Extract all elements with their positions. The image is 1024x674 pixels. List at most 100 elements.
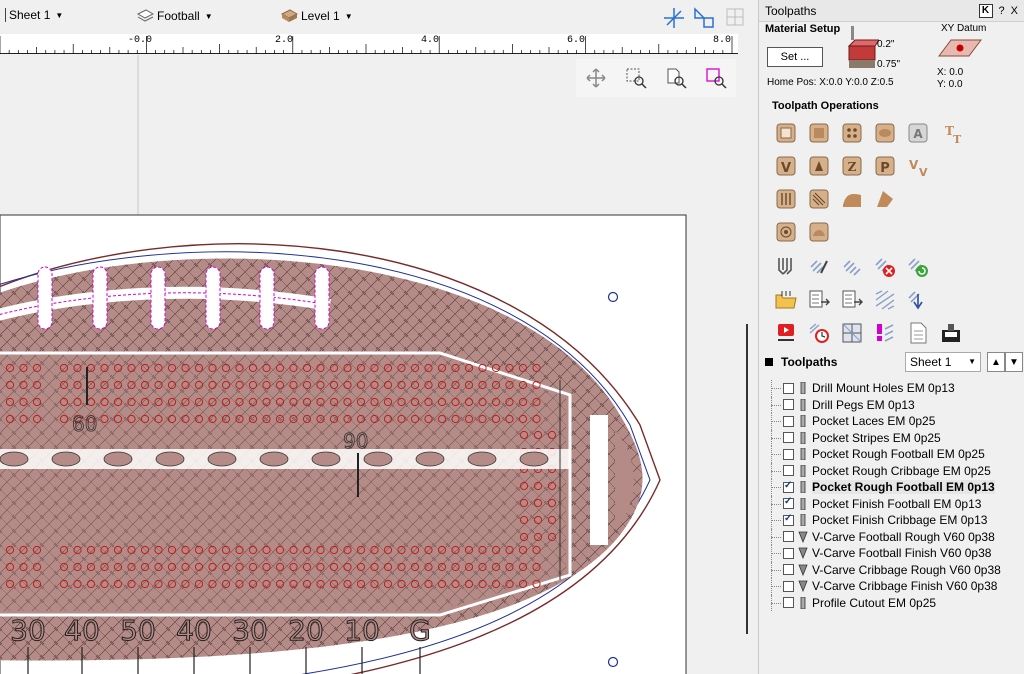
- toolpath-label: Pocket Stripes EM 0p25: [812, 430, 941, 445]
- roughing-toolpath-button[interactable]: [773, 186, 799, 212]
- moulding-toolpath-button[interactable]: [872, 186, 898, 212]
- pin-icon[interactable]: K: [978, 3, 993, 18]
- move-down-button[interactable]: ▼: [1005, 352, 1023, 372]
- vbit-inlay-button[interactable]: VV: [905, 153, 931, 179]
- help-button[interactable]: ?: [999, 5, 1005, 17]
- dome-toolpath-button[interactable]: [806, 219, 832, 245]
- label-90: 90: [343, 429, 368, 453]
- close-button[interactable]: X: [1011, 5, 1018, 17]
- toolpath-checkbox[interactable]: [783, 580, 794, 592]
- toolpath-item[interactable]: Pocket Stripes EM 0p25: [767, 429, 1021, 447]
- preview-icon: [875, 289, 895, 310]
- grid-icon[interactable]: [724, 6, 746, 28]
- toolpath-summary-button[interactable]: [839, 254, 865, 280]
- toolpath-item[interactable]: Pocket Laces EM 0p25: [767, 413, 1021, 430]
- toolpath-checkbox[interactable]: [783, 448, 794, 460]
- move-up-button[interactable]: ▲: [987, 352, 1005, 372]
- toolpath-checkbox[interactable]: [783, 399, 794, 411]
- simulate-toolpath-button[interactable]: [773, 320, 799, 346]
- toolpath-checkbox[interactable]: [783, 597, 794, 609]
- toolpath-item[interactable]: Pocket Rough Football EM 0p25: [767, 446, 1021, 463]
- profile-toolpath-button[interactable]: [773, 120, 799, 146]
- 3d-profile-button[interactable]: [839, 186, 865, 212]
- toolpath-checkbox[interactable]: [783, 496, 794, 510]
- model-selector[interactable]: Football ▼: [136, 8, 213, 24]
- toolpath-checkbox[interactable]: [783, 480, 794, 493]
- toolpath-item[interactable]: Pocket Rough Cribbage EM 0p25: [767, 462, 1021, 480]
- vcarve-toolpath-button[interactable]: V: [773, 153, 799, 179]
- pocket-toolpath-button[interactable]: [806, 120, 832, 146]
- zoom-page-button[interactable]: [665, 67, 687, 89]
- toolpath-item[interactable]: V-Carve Football Rough V60 0p38: [767, 528, 1021, 546]
- toolpath-checkbox[interactable]: [783, 513, 794, 526]
- edit-toolpath-button[interactable]: [806, 254, 832, 280]
- delete-icon: [875, 257, 895, 277]
- roughing-icon: [776, 189, 796, 208]
- fluting-icon: Z: [842, 156, 862, 175]
- design-drawing[interactable]: 60 90 30 40 50 40 30 20 10 G: [0, 55, 740, 674]
- prism-toolpath-button[interactable]: [806, 153, 832, 179]
- toolpath-checkbox[interactable]: [783, 564, 794, 576]
- drill-toolpath-button[interactable]: [839, 120, 865, 146]
- inlay-toolpath-button[interactable]: [872, 120, 898, 146]
- toolpaths-bullet-icon: [765, 358, 773, 366]
- toolpath-list-button[interactable]: [839, 287, 865, 313]
- delete-toolpath-button[interactable]: [872, 254, 898, 280]
- engraving-toolpath-button[interactable]: P: [872, 153, 898, 179]
- material-set-button[interactable]: Set ...: [767, 47, 823, 67]
- toolpath-checkbox[interactable]: [783, 465, 794, 477]
- level-selector[interactable]: Level 1 ▼: [280, 8, 353, 24]
- yard-label: 30: [10, 614, 46, 647]
- toolpath-checkbox[interactable]: [783, 547, 794, 559]
- toolpath-item[interactable]: Pocket Finish Football EM 0p13: [767, 495, 1021, 513]
- finishing-toolpath-button[interactable]: [806, 186, 832, 212]
- sheet-dropdown[interactable]: Sheet 1 ▼: [905, 352, 981, 372]
- zoom-box-button[interactable]: [625, 67, 647, 89]
- toolpath-document-button[interactable]: [905, 320, 931, 346]
- toolpath-item[interactable]: Pocket Finish Cribbage EM 0p13: [767, 512, 1021, 529]
- toolpath-checkbox[interactable]: [783, 415, 794, 427]
- save-toolpaths-button[interactable]: [938, 320, 964, 346]
- snap-icon[interactable]: [662, 6, 686, 30]
- fluting-toolpath-button[interactable]: Z: [839, 153, 865, 179]
- texture-toolpath-button[interactable]: TT: [938, 120, 964, 146]
- endmill-icon: [798, 381, 808, 395]
- horizontal-ruler: -0.0 2.0 4.0 6.0 8.0: [0, 34, 738, 54]
- zoom-selection-button[interactable]: [705, 67, 727, 89]
- sheet-selector[interactable]: Sheet 1 ▼: [0, 8, 63, 22]
- toolpath-item[interactable]: V-Carve Cribbage Finish V60 0p38: [767, 578, 1021, 595]
- vcarve-a-icon: A: [908, 123, 928, 142]
- toolpath-item[interactable]: Drill Mount Holes EM 0p13: [767, 380, 1021, 397]
- align-icon[interactable]: [692, 6, 716, 30]
- toolpath-checkbox[interactable]: [783, 382, 794, 394]
- toolpath-checkbox[interactable]: [783, 432, 794, 444]
- toolpath-item[interactable]: V-Carve Football Finish V60 0p38: [767, 545, 1021, 562]
- scrollbar-thumb[interactable]: [746, 324, 748, 634]
- toolpath-item[interactable]: V-Carve Cribbage Rough V60 0p38: [767, 561, 1021, 579]
- preview-toolpaths-button[interactable]: [872, 287, 898, 313]
- vcarve-inlay-button[interactable]: A: [905, 120, 931, 146]
- nesting-button[interactable]: [905, 287, 931, 313]
- toolpath-item[interactable]: Profile Cutout EM 0p25: [767, 594, 1021, 612]
- endmill-icon: [798, 464, 808, 478]
- time-estimate-button[interactable]: [806, 320, 832, 346]
- 2d-view[interactable]: 60 90 30 40 50 40 30 20 10 G: [0, 55, 740, 674]
- recalculate-toolpath-button[interactable]: [905, 254, 931, 280]
- xy-datum-icon[interactable]: [937, 36, 983, 62]
- vertical-scrollbar[interactable]: [740, 34, 758, 674]
- open-toolpath-templates-button[interactable]: [773, 287, 799, 313]
- groove-oval: [363, 451, 393, 467]
- svg-text:P: P: [880, 161, 890, 176]
- toolpath-item[interactable]: Drill Pegs EM 0p13: [767, 396, 1021, 414]
- toolpath-item[interactable]: Pocket Rough Football EM 0p13: [767, 479, 1021, 496]
- home-position: Home Pos: X:0.0 Y:0.0 Z:0.5: [767, 77, 894, 88]
- save-toolpath-template-button[interactable]: [806, 287, 832, 313]
- toolpath-grid-button[interactable]: [839, 320, 865, 346]
- pan-button[interactable]: [585, 67, 607, 89]
- fluting-2-button[interactable]: [773, 219, 799, 245]
- sheet-icon: [0, 8, 6, 22]
- toolpath-colors-button[interactable]: [872, 320, 898, 346]
- toolpath-checkbox[interactable]: [783, 531, 794, 543]
- material-top-offset: 0.2": [877, 39, 895, 50]
- merge-toolpaths-button[interactable]: [773, 254, 799, 280]
